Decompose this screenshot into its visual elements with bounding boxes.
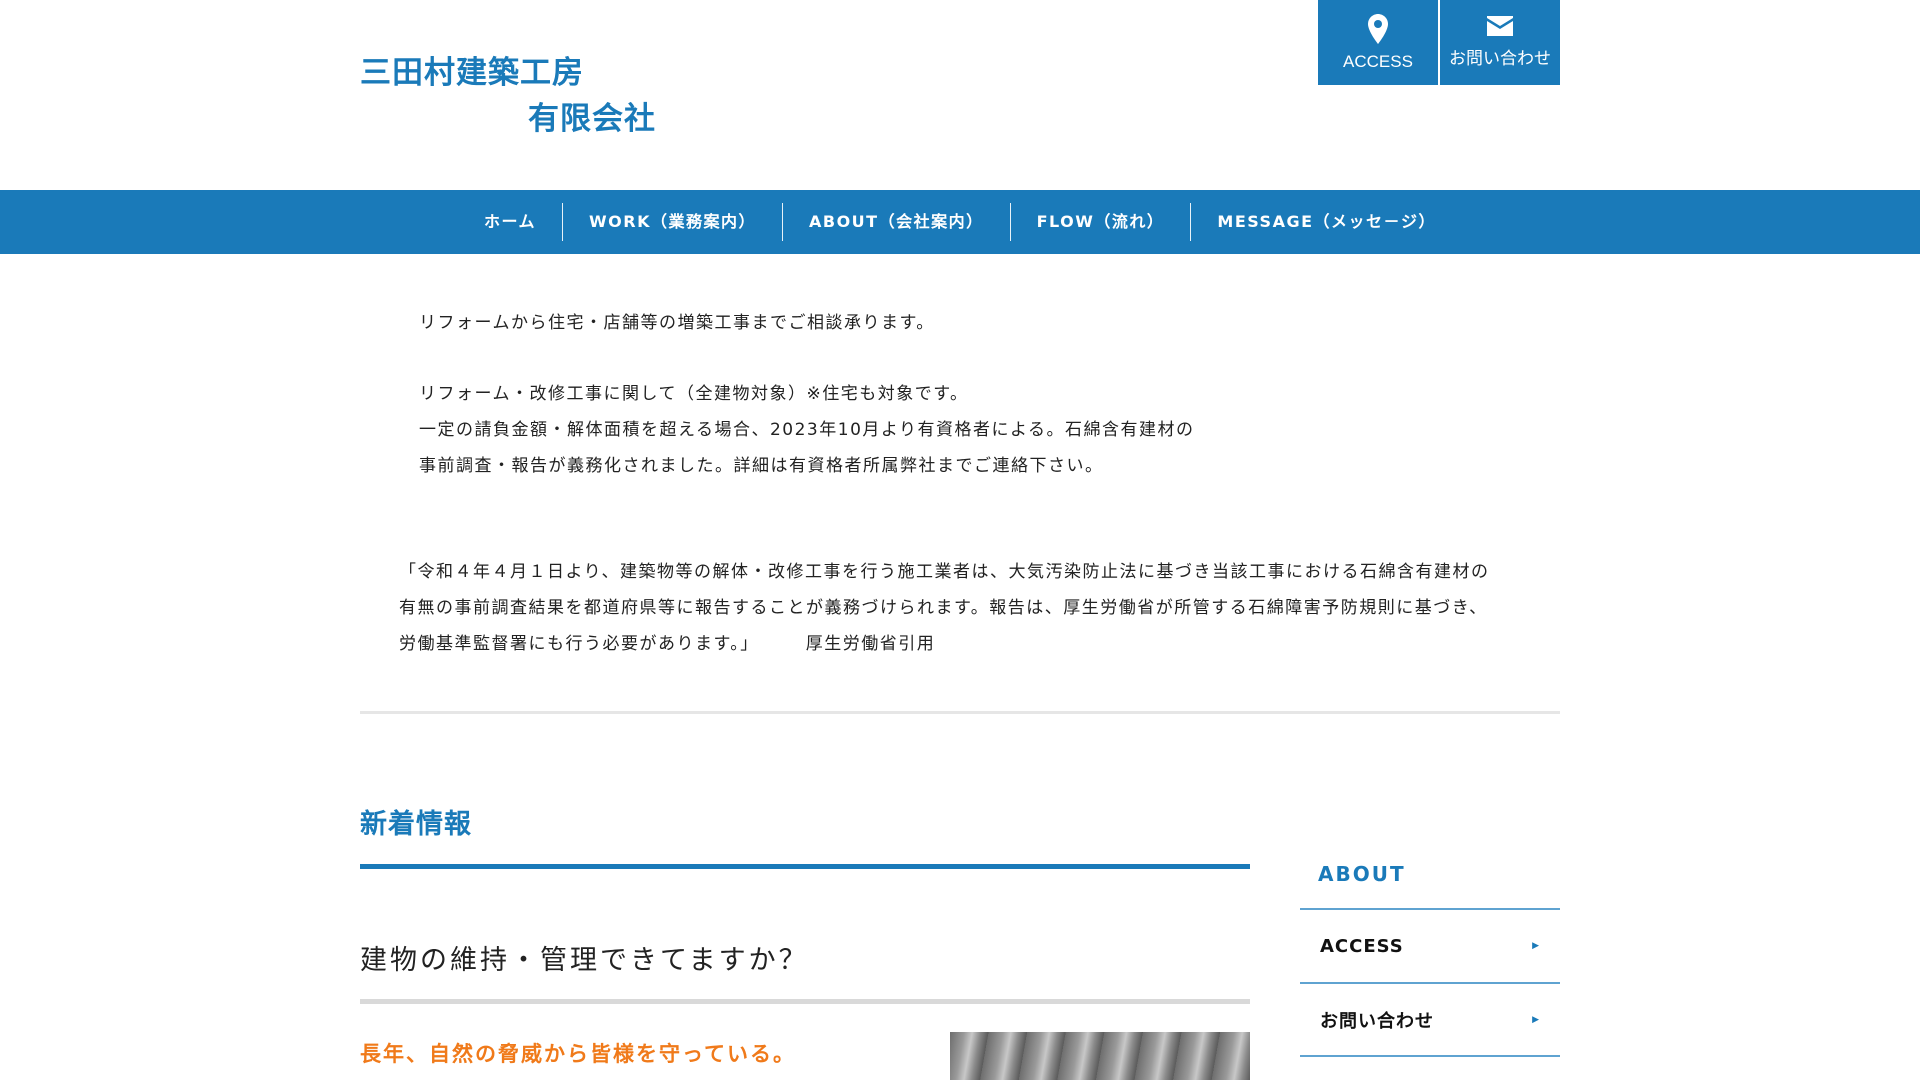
intro-line: 事前調査・報告が義務化されました。詳細は有資格者所属弊社までご連絡下さい。 [419,456,1104,476]
site-logo[interactable]: 三田村建築工房 有限会社 [360,50,656,142]
nav-item-work[interactable]: WORK（業務案内） [563,203,782,241]
triangle-right-icon: ▶ [1532,1015,1540,1025]
nav-item-home[interactable]: ホーム [458,203,562,241]
intro-line: 一定の請負金額・解体面積を超える場合、2023年10月より有資格者による。石綿含… [419,420,1195,440]
intro-line: リフォーム・改修工事に関して（全建物対象）※住宅も対象です。 [419,384,969,404]
header-contact-button[interactable]: お問い合わせ [1440,0,1560,85]
nav-item-about[interactable]: ABOUT（会社案内） [783,203,1010,241]
regulation-quote: 「令和４年４月１日より、建築物等の解体・改修工事を行う施工業者は、大気汚染防止法… [399,554,1559,662]
sidebar-item-label: お問い合わせ [1320,1011,1434,1032]
post-title-link[interactable]: 建物の維持・管理できてますか？ [360,938,809,977]
news-heading: 新着情報 [360,809,472,840]
sidebar-item-label: ACCESS [1320,935,1404,957]
post-lead-text: 長年、自然の脅威から皆様を守っている。 [360,1042,796,1066]
quote-line: 「令和４年４月１日より、建築物等の解体・改修工事を行う施工業者は、大気汚染防止法… [399,562,1490,582]
header-access-button[interactable]: ACCESS [1318,0,1438,85]
logo-line1: 三田村建築工房 [360,55,584,91]
nav-item-flow[interactable]: FLOW（流れ） [1011,203,1191,241]
sidebar-item-access[interactable]: ACCESS ▶ [1300,910,1560,982]
sidebar-divider [1300,1055,1560,1057]
news-heading-underline [360,864,1250,869]
post-title-underline [360,999,1250,1004]
sidebar-item-contact[interactable]: お問い合わせ ▶ [1300,984,1560,1056]
mail-icon [1487,16,1513,36]
intro-line: リフォームから住宅・店舗等の増築工事までご相談承ります。 [419,313,935,333]
sidebar-heading: ABOUT [1318,862,1406,886]
quote-line: 有無の事前調査結果を都道府県等に報告することが義務づけられます。報告は、厚生労働… [399,598,1488,618]
nav-item-message[interactable]: MESSAGE（メッセ－ジ） [1191,203,1462,241]
map-pin-icon [1368,13,1388,44]
logo-line2: 有限会社 [528,101,656,137]
intro-text: リフォームから住宅・店舗等の増築工事までご相談承ります。 リフォーム・改修工事に… [419,305,1195,484]
post-thumbnail-image[interactable] [950,1032,1250,1080]
header-contact-label: お問い合わせ [1449,49,1551,68]
header-access-label: ACCESS [1343,51,1413,71]
section-divider [360,711,1560,714]
global-nav: ホーム WORK（業務案内） ABOUT（会社案内） FLOW（流れ） MESS… [0,190,1920,254]
quote-line: 労働基準監督署にも行う必要があります。」 厚生労働省引用 [399,634,936,654]
triangle-right-icon: ▶ [1532,941,1540,951]
